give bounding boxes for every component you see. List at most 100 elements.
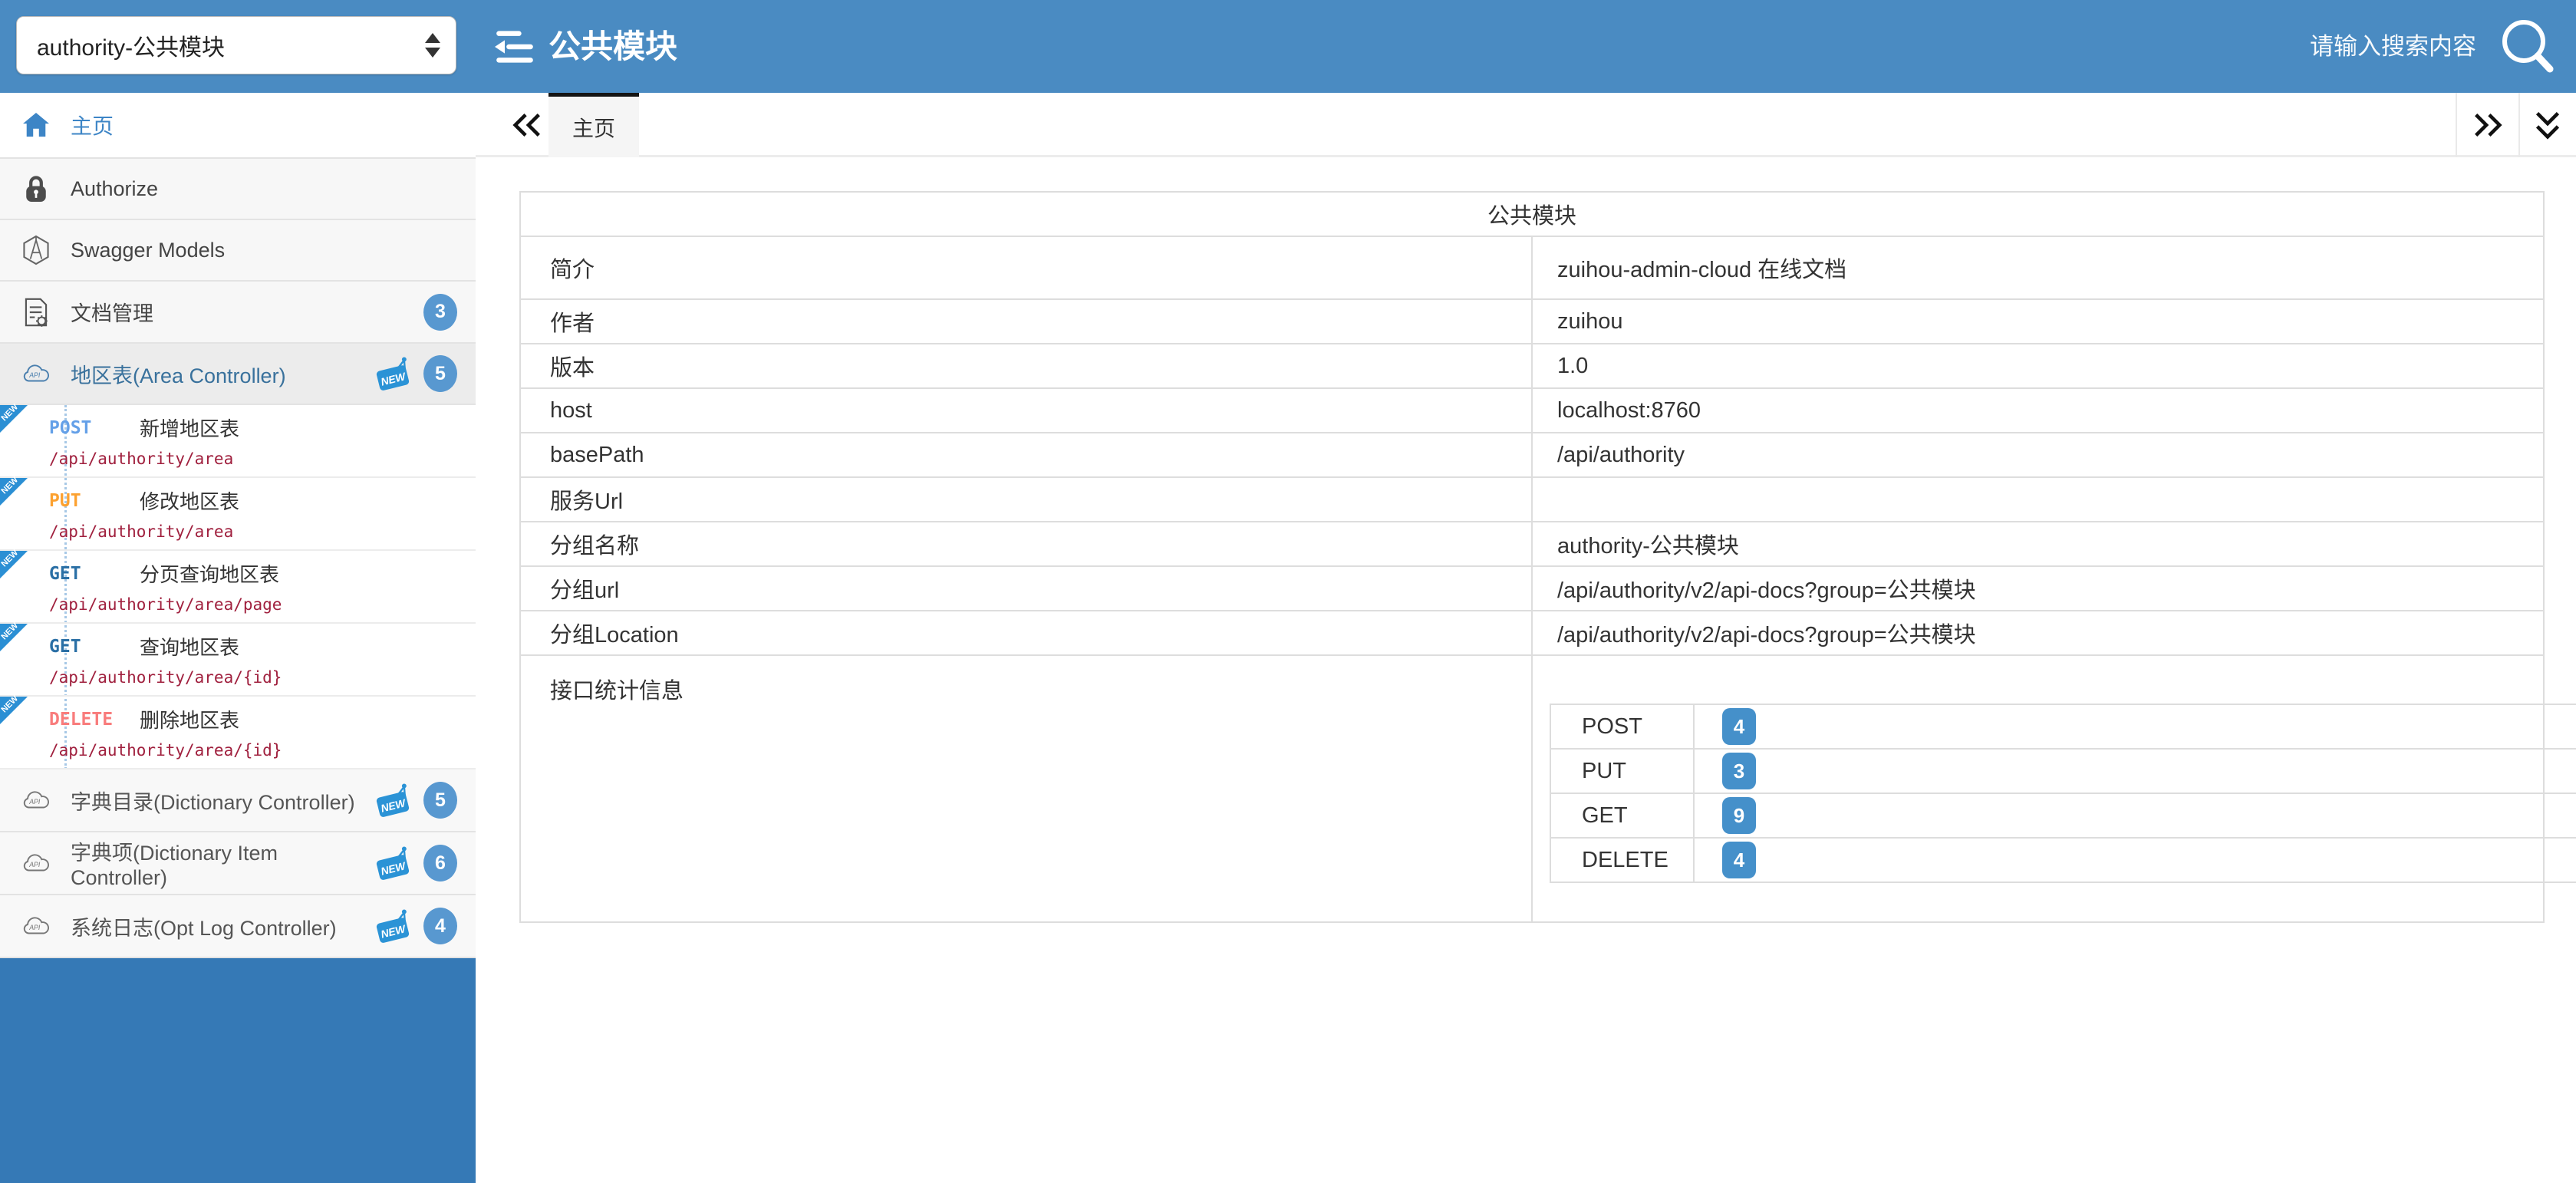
endpoint-label: 删除地区表 — [140, 705, 239, 733]
sidebar-item-home[interactable]: 主页 — [0, 93, 476, 159]
stats-method: POST — [1550, 704, 1694, 749]
info-value: zuihou-admin-cloud 在线文档 — [1532, 236, 2544, 299]
endpoint-item[interactable]: NEW GET 查询地区表 /api/authority/area/{id} — [0, 624, 476, 697]
stats-count-badge: 4 — [1722, 842, 1756, 878]
info-label: 分组url — [520, 566, 1532, 611]
sidebar-controller-opt-log[interactable]: API 系统日志(Opt Log Controller) NEW 4 — [0, 895, 476, 958]
page-title: 公共模块 — [548, 0, 677, 93]
endpoint-label: 修改地区表 — [140, 486, 239, 515]
endpoint-path: /api/authority/area/{id} — [49, 668, 476, 687]
http-method-label: PUT — [49, 491, 140, 511]
controller-label: 字典项(Dictionary Item Controller) — [71, 836, 373, 890]
sidebar-item-label: Swagger Models — [71, 239, 225, 262]
count-badge: 5 — [423, 355, 457, 392]
sidebar-item-swagger-models[interactable]: Swagger Models — [0, 220, 476, 282]
info-label: 作者 — [520, 299, 1532, 344]
cloud-api-icon: API — [21, 363, 51, 384]
tab-bar: 主页 — [476, 93, 2576, 157]
endpoint-label: 查询地区表 — [140, 632, 239, 661]
stats-count-badge: 9 — [1722, 797, 1756, 834]
stats-count-badge: 4 — [1722, 708, 1756, 745]
endpoint-path: /api/authority/area — [49, 450, 476, 468]
tab-menu-button[interactable] — [2518, 93, 2576, 157]
select-stepper-icon — [425, 33, 440, 58]
info-label: 简介 — [520, 236, 1532, 299]
search-input[interactable] — [2146, 0, 2476, 93]
collapse-left-button[interactable] — [503, 93, 551, 157]
document-gear-icon — [21, 297, 51, 328]
sidebar: 主页 Authorize Swagger Models — [0, 93, 476, 1183]
collapse-right-button[interactable] — [2457, 93, 2518, 157]
count-badge: 4 — [423, 908, 457, 944]
info-value — [1532, 477, 2544, 522]
top-header-bar: authority-公共模块 公共模块 — [0, 0, 2576, 93]
new-sign-icon: NEW — [373, 354, 413, 393]
info-label: 接口统计信息 — [520, 655, 1532, 922]
info-value: authority-公共模块 — [1532, 522, 2544, 566]
sidebar-controller-dictionary-item[interactable]: API 字典项(Dictionary Item Controller) NEW … — [0, 832, 476, 895]
http-method-label: POST — [49, 418, 140, 438]
endpoint-path: /api/authority/area — [49, 522, 476, 541]
group-select[interactable]: authority-公共模块 — [16, 16, 456, 74]
stats-method: GET — [1550, 793, 1694, 838]
info-value: localhost:8760 — [1532, 388, 2544, 433]
sidebar-item-label: Authorize — [71, 177, 158, 201]
sidebar-item-label: 文档管理 — [71, 297, 153, 327]
endpoint-item[interactable]: NEW PUT 修改地区表 /api/authority/area — [0, 478, 476, 551]
sidebar-controller-area[interactable]: API 地区表(Area Controller) NEW 5 — [0, 344, 476, 405]
http-method-label: GET — [49, 637, 140, 657]
new-sign-icon: NEW — [373, 781, 413, 819]
endpoint-label: 分页查询地区表 — [140, 559, 279, 588]
stats-count-badge: 3 — [1722, 753, 1756, 789]
endpoint-path: /api/authority/area/page — [49, 595, 476, 614]
sidebar-item-authorize[interactable]: Authorize — [0, 159, 476, 220]
module-info-table: 公共模块 简介 zuihou-admin-cloud 在线文档 作者 zuiho… — [519, 191, 2545, 923]
new-sign-icon: NEW — [373, 844, 413, 882]
info-value: /api/authority — [1532, 433, 2544, 477]
method-stats-table: POST 4 PUT 3 GET 9 — [1550, 704, 2576, 883]
tab-home[interactable]: 主页 — [548, 93, 639, 157]
content-panel: 公共模块 简介 zuihou-admin-cloud 在线文档 作者 zuiho… — [476, 157, 2576, 1183]
endpoint-list: NEW POST 新增地区表 /api/authority/area NEW P… — [0, 405, 476, 769]
svg-text:API: API — [28, 371, 41, 379]
info-label: host — [520, 388, 1532, 433]
swagger-doc-page: authority-公共模块 公共模块 — [0, 0, 2576, 1183]
cloud-api-icon: API — [21, 852, 51, 874]
stats-method: DELETE — [1550, 838, 1694, 882]
stats-method: PUT — [1550, 749, 1694, 793]
endpoint-item[interactable]: NEW GET 分页查询地区表 /api/authority/area/page — [0, 551, 476, 624]
table-title: 公共模块 — [520, 192, 2544, 236]
info-value: 1.0 — [1532, 344, 2544, 388]
info-value: /api/authority/v2/api-docs?group=公共模块 — [1532, 566, 2544, 611]
sidebar-item-doc-manage[interactable]: 文档管理 3 — [0, 282, 476, 344]
controller-label: 字典目录(Dictionary Controller) — [71, 786, 355, 816]
main-area: 主页 公共模块 — [476, 93, 2576, 1183]
endpoint-label: 新增地区表 — [140, 414, 239, 442]
menu-fold-icon[interactable] — [495, 27, 535, 67]
endpoint-item[interactable]: NEW POST 新增地区表 /api/authority/area — [0, 405, 476, 478]
hexagon-models-icon — [21, 235, 51, 265]
svg-text:API: API — [28, 798, 41, 806]
http-method-label: DELETE — [49, 710, 140, 730]
info-label: basePath — [520, 433, 1532, 477]
cloud-api-icon: API — [21, 915, 51, 937]
sidebar-item-label: 主页 — [71, 110, 114, 140]
endpoint-item[interactable]: NEW DELETE 删除地区表 /api/authority/area/{id… — [0, 697, 476, 769]
lock-icon — [21, 173, 51, 204]
group-select-value: authority-公共模块 — [37, 28, 225, 62]
count-badge: 6 — [423, 845, 457, 881]
info-label: 服务Url — [520, 477, 1532, 522]
info-value: /api/authority/v2/api-docs?group=公共模块 — [1532, 611, 2544, 655]
svg-text:API: API — [28, 861, 41, 868]
sidebar-controller-dictionary[interactable]: API 字典目录(Dictionary Controller) NEW 5 — [0, 769, 476, 832]
count-badge: 3 — [423, 294, 457, 331]
search-icon[interactable] — [2496, 15, 2559, 78]
cloud-api-icon: API — [21, 789, 51, 811]
svg-text:API: API — [28, 924, 41, 931]
controller-label: 地区表(Area Controller) — [71, 359, 286, 389]
tab-label: 主页 — [572, 112, 615, 143]
info-label: 分组Location — [520, 611, 1532, 655]
info-label: 版本 — [520, 344, 1532, 388]
count-badge: 5 — [423, 782, 457, 819]
new-sign-icon: NEW — [373, 907, 413, 945]
